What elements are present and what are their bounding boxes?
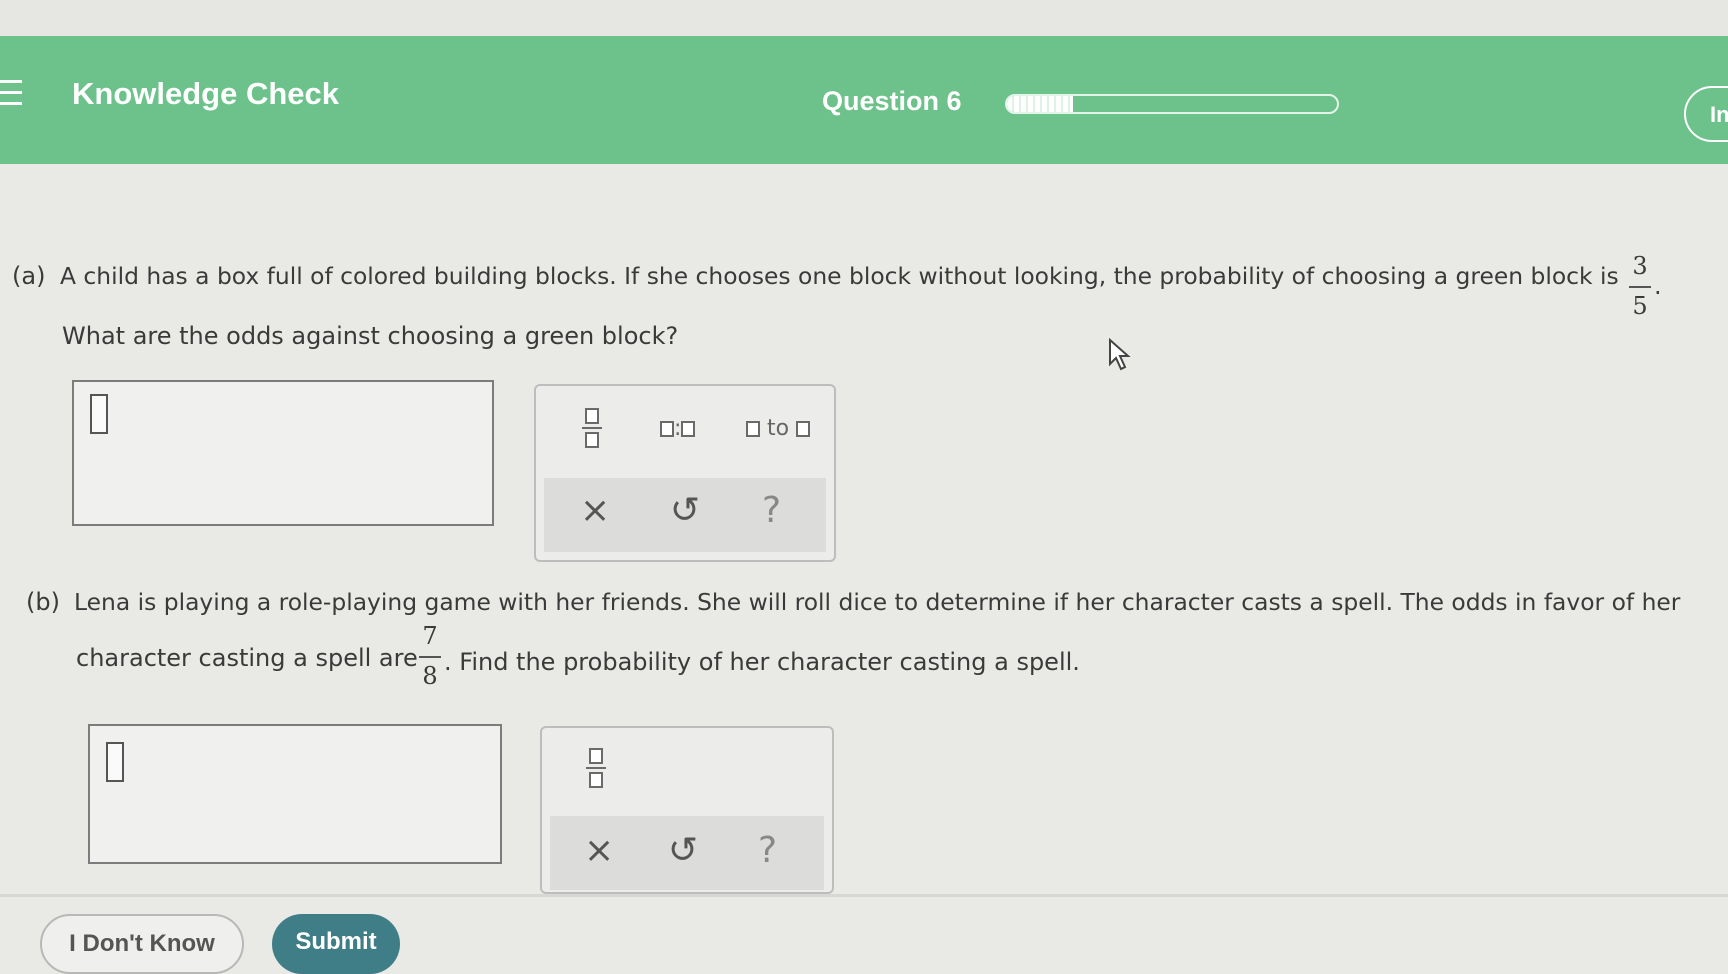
fraction-tool-icon[interactable]	[584, 748, 608, 788]
footer-divider	[0, 894, 1728, 897]
hamburger-menu-icon[interactable]	[0, 80, 24, 108]
to-text: to	[767, 416, 790, 441]
app-title: Knowledge Check	[72, 76, 339, 111]
part-b-fraction-bar	[419, 656, 441, 658]
part-b-question-line2-end: . Find the probability of her character …	[444, 648, 1080, 676]
input-placeholder-box	[90, 394, 108, 434]
part-b-question-line1: Lena is playing a role-playing game with…	[74, 588, 1681, 616]
part-b-label: (b)	[26, 588, 60, 616]
part-a-answer-input[interactable]	[72, 380, 494, 526]
dont-know-button[interactable]: I Don't Know	[40, 914, 244, 974]
undo-icon[interactable]: ↺	[668, 830, 698, 871]
part-a-math-toolbar: : to × ↺ ?	[534, 384, 836, 562]
part-b-math-toolbar: × ↺ ?	[540, 726, 834, 894]
part-a-action-row: × ↺ ?	[544, 478, 826, 552]
help-icon[interactable]: ?	[762, 490, 781, 531]
mouse-pointer-icon	[1109, 338, 1131, 371]
progress-bar	[1005, 94, 1339, 114]
odds-to-tool-icon[interactable]: to	[746, 416, 811, 441]
part-b-fraction-numerator: 7	[422, 622, 438, 650]
part-a-period: .	[1654, 272, 1662, 300]
part-a-fraction-numerator: 3	[1632, 252, 1648, 280]
ratio-colon: :	[674, 416, 682, 441]
part-b-question-line2-start: character casting a spell are	[76, 644, 418, 672]
part-a-fraction-denominator: 5	[1632, 292, 1648, 320]
input-placeholder-box	[106, 742, 124, 782]
ratio-tool-icon[interactable]: :	[660, 416, 696, 441]
clear-icon[interactable]: ×	[580, 490, 610, 531]
progress-fill	[1007, 96, 1073, 112]
fraction-tool-icon[interactable]	[580, 408, 604, 448]
part-b-fraction-denominator: 8	[422, 662, 438, 690]
submit-button[interactable]: Submit	[272, 914, 400, 974]
part-b-answer-input[interactable]	[88, 724, 502, 864]
help-icon[interactable]: ?	[758, 830, 777, 871]
part-a-question-line2: What are the odds against choosing a gre…	[62, 322, 679, 350]
top-strip	[0, 0, 1728, 36]
undo-icon[interactable]: ↺	[670, 490, 700, 531]
clear-icon[interactable]: ×	[584, 830, 614, 871]
part-a-fraction-bar	[1629, 286, 1651, 288]
question-number: Question 6	[822, 86, 962, 116]
part-a-question-line1: A child has a box full of colored buildi…	[60, 262, 1619, 290]
part-a-label: (a)	[12, 262, 46, 290]
part-b-action-row: × ↺ ?	[550, 816, 824, 890]
